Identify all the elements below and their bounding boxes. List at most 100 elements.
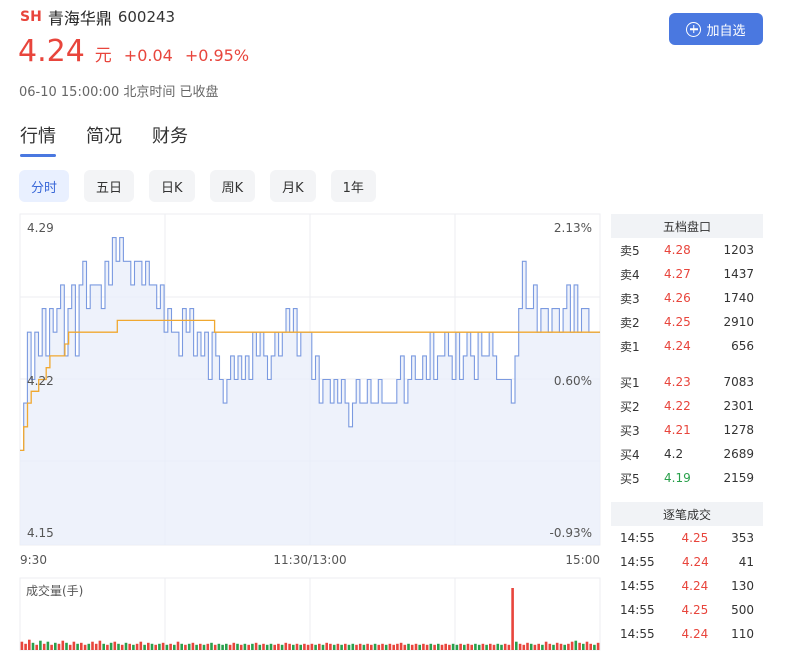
volume-bar [481, 643, 485, 650]
period-5day[interactable]: 五日 [84, 170, 135, 202]
volume-bar [83, 644, 87, 650]
market-status: 06-10 15:00:00 北京时间 已收盘 [19, 85, 219, 100]
volume-bar [191, 642, 195, 650]
ask-level-label: 卖5 [620, 243, 640, 258]
volume-bar [593, 644, 596, 650]
bid-level-label: 买3 [620, 423, 640, 438]
volume-bar [150, 643, 154, 650]
volume-bar [132, 644, 135, 650]
volume-bar [54, 642, 57, 650]
volume-bar [265, 644, 269, 650]
ask-row: 卖1 4.24 656 [611, 334, 763, 358]
tab-quote[interactable]: 行情 [20, 122, 56, 157]
y-tick-high: 4.29 [27, 221, 54, 235]
volume-bar [87, 643, 91, 650]
bid-volume: 1278 [723, 423, 754, 437]
bid-row: 买2 4.22 2301 [611, 394, 763, 418]
volume-bar [147, 642, 150, 650]
trade-time: 14:55 [620, 627, 655, 641]
volume-bar [165, 644, 169, 650]
bid-row: 买1 4.23 7083 [611, 370, 763, 394]
period-weekly-k[interactable]: 周K [209, 170, 256, 202]
trade-volume: 353 [731, 531, 754, 545]
period-monthly-k[interactable]: 月K [270, 170, 316, 202]
volume-bar [470, 644, 473, 650]
volume-bar [254, 642, 258, 650]
ask-row: 卖5 4.28 1203 [611, 238, 763, 262]
volume-bar [325, 642, 328, 650]
price-row: 4.24 元 +0.04 +0.95% [18, 34, 249, 69]
volume-bar [444, 643, 447, 650]
volume-bar [548, 643, 552, 650]
tab-finance[interactable]: 财务 [152, 122, 188, 157]
ask-level-label: 卖1 [620, 339, 640, 354]
volume-bar [65, 642, 68, 650]
add-watchlist-button[interactable]: 加自选 [669, 13, 763, 45]
volume-bar [433, 644, 436, 650]
volume-bar [273, 644, 276, 650]
volume-bar [39, 640, 42, 650]
volume-bar [589, 643, 592, 650]
volume-bar [355, 644, 358, 650]
volume-bar [306, 644, 310, 650]
volume-bar [221, 644, 224, 650]
volume-bar [106, 644, 109, 650]
bid-volume: 2689 [723, 447, 754, 461]
volume-bar [373, 643, 377, 650]
bid-row: 买4 4.2 2689 [611, 442, 763, 466]
volume-bar [232, 642, 236, 650]
volume-bar [169, 643, 172, 650]
period-intraday[interactable]: 分时 [19, 170, 70, 202]
volume-bar [117, 643, 120, 650]
volume-bar [515, 641, 518, 650]
volume-bar [176, 641, 180, 650]
volume-bar [139, 641, 143, 650]
y-pct-high: 2.13% [554, 221, 592, 235]
trade-volume: 110 [731, 627, 754, 641]
bid-volume: 2301 [723, 399, 754, 413]
volume-bar [529, 643, 533, 650]
period-daily-k[interactable]: 日K [149, 170, 195, 202]
exchange-badge: SH [20, 9, 42, 25]
volume-bar [61, 640, 65, 650]
volume-bar [403, 644, 407, 650]
volume-bar [440, 644, 444, 650]
bid-level-label: 买5 [620, 471, 640, 486]
volume-bar [459, 643, 462, 650]
volume-bar [425, 644, 429, 650]
volume-bar [243, 643, 247, 650]
plus-circle-icon [686, 21, 702, 37]
volume-bar [358, 643, 362, 650]
ask-level-label: 卖4 [620, 267, 640, 282]
trade-volume: 130 [731, 579, 754, 593]
intraday-chart[interactable]: 4.29 4.22 4.15 2.13% 0.60% -0.93% 9:30 1… [0, 205, 606, 660]
volume-bar [451, 643, 455, 650]
volume-bar [336, 643, 340, 650]
volume-bar [173, 644, 176, 650]
volume-bar [555, 642, 559, 650]
bid-price: 4.19 [664, 471, 691, 485]
volume-bar [496, 643, 500, 650]
y-tick-mid: 4.22 [27, 374, 54, 388]
volume-bar [135, 643, 139, 650]
trade-price: 4.24 [681, 579, 709, 593]
period-1year[interactable]: 1年 [330, 170, 376, 202]
volume-bar [225, 643, 228, 650]
ask-price: 4.24 [664, 339, 691, 353]
ask-volume: 1740 [723, 291, 754, 305]
trade-price: 4.25 [681, 531, 709, 545]
bid-row: 买3 4.21 1278 [611, 418, 763, 442]
volume-bar [98, 640, 102, 650]
ask-row: 卖4 4.27 1437 [611, 262, 763, 286]
ask-price: 4.26 [664, 291, 691, 305]
tab-profile[interactable]: 简况 [86, 122, 122, 157]
volume-bar [388, 643, 392, 650]
current-price: 4.24 [18, 34, 85, 69]
volume-bar [102, 643, 105, 650]
volume-bar [258, 644, 262, 650]
volume-bar [362, 644, 366, 650]
stock-header: SH 青海华鼎 600243 [20, 5, 175, 29]
volume-bar [277, 643, 280, 650]
volume-bar [526, 642, 529, 650]
volume-bar [91, 641, 94, 650]
